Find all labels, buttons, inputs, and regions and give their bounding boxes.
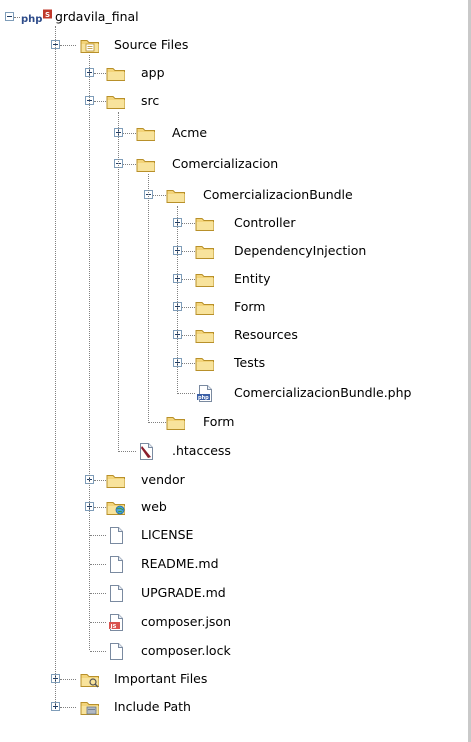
folder-open-icon <box>136 156 156 173</box>
tree-node-label: README.md <box>141 556 219 571</box>
tree-node-source-files[interactable]: Source Files <box>0 32 460 60</box>
tree-node-entity[interactable]: Entity <box>0 266 460 294</box>
tree-node-label: Form <box>234 299 266 314</box>
tree-node-controller[interactable]: Controller <box>0 210 460 238</box>
tree-node-label: app <box>141 65 165 80</box>
tree-node-tests[interactable]: Tests <box>0 350 460 378</box>
tree-node-label: grdavila_final <box>55 9 139 24</box>
tree-node-composer-lock[interactable]: composer.lock <box>0 638 460 666</box>
tree-node-label: DependencyInjection <box>234 243 367 258</box>
folder-icon <box>106 65 126 82</box>
tree-node-src[interactable]: src <box>0 88 460 116</box>
tree-node-comercializacion-bundle[interactable]: ComercializacionBundle <box>0 182 460 210</box>
svg-text:S: S <box>45 11 50 19</box>
tree-node-label: web <box>141 499 167 514</box>
tree-node-label: Include Path <box>114 699 191 714</box>
tree-node-acme[interactable]: Acme <box>0 120 460 148</box>
important-files-folder-icon <box>80 671 100 688</box>
tree-node-dependency-injection[interactable]: DependencyInjection <box>0 238 460 266</box>
tree-node-label: Acme <box>172 125 208 140</box>
tree-node-root[interactable]: php S grdavila_final <box>0 4 460 32</box>
file-icon <box>106 643 126 660</box>
tree-node-readme[interactable]: README.md <box>0 551 460 579</box>
tree-node-label: Form <box>203 414 235 429</box>
tree-node-app[interactable]: app <box>0 60 460 88</box>
folder-open-icon <box>106 93 126 110</box>
svg-text:JS: JS <box>110 624 117 630</box>
htaccess-file-icon <box>136 443 156 460</box>
tree-node-label: Source Files <box>114 37 189 52</box>
folder-icon <box>106 472 126 489</box>
tree-node-label: Entity <box>234 271 271 286</box>
tree-node-form-inner[interactable]: Form <box>0 294 460 322</box>
folder-open-icon <box>166 187 186 204</box>
tree-node-upgrade[interactable]: UPGRADE.md <box>0 580 460 608</box>
tree-node-label: UPGRADE.md <box>141 585 226 600</box>
tree-node-label: ComercializacionBundle <box>203 187 353 202</box>
tree-node-label: src <box>141 93 160 108</box>
folder-icon <box>166 414 186 431</box>
folder-icon <box>195 243 215 260</box>
collapse-toggle[interactable] <box>5 12 14 21</box>
php-file-icon: php <box>195 385 215 402</box>
tree-node-label: Comercializacion <box>172 156 279 171</box>
folder-icon <box>195 271 215 288</box>
folder-icon <box>136 125 156 142</box>
tree-node-resources[interactable]: Resources <box>0 322 460 350</box>
file-icon <box>106 556 126 573</box>
tree-node-include-path[interactable]: Include Path <box>0 694 460 722</box>
source-folder-icon <box>80 37 100 54</box>
php-project-icon: php S <box>20 9 54 26</box>
tree-node-web[interactable]: web <box>0 494 460 522</box>
svg-text:php: php <box>198 395 209 401</box>
tree-node-important-files[interactable]: Important Files <box>0 666 460 694</box>
tree-node-label: composer.json <box>141 614 232 629</box>
tree-node-label: vendor <box>141 472 185 487</box>
tree-node-vendor[interactable]: vendor <box>0 467 460 495</box>
tree-node-htaccess[interactable]: .htaccess <box>0 438 460 466</box>
tree-node-comercializacion[interactable]: Comercializacion <box>0 151 460 179</box>
tree-node-license[interactable]: LICENSE <box>0 522 460 550</box>
tree-node-label: ComercializacionBundle.php <box>234 385 412 400</box>
folder-icon <box>195 215 215 232</box>
tree-node-label: .htaccess <box>172 443 231 458</box>
tree-node-label: composer.lock <box>141 643 231 658</box>
tree-node-bundle-php[interactable]: php ComercializacionBundle.php <box>0 380 460 408</box>
folder-icon <box>195 327 215 344</box>
file-icon <box>106 527 126 544</box>
tree-node-label: Tests <box>234 355 266 370</box>
include-path-folder-icon <box>80 699 100 716</box>
web-folder-icon <box>106 499 126 516</box>
json-file-icon: JS <box>106 614 126 631</box>
folder-icon <box>195 299 215 316</box>
tree-node-composer-json[interactable]: JS composer.json <box>0 609 460 637</box>
file-icon <box>106 585 126 602</box>
tree-node-label: Controller <box>234 215 296 230</box>
project-tree: php S grdavila_final Source Files app sr… <box>0 0 471 742</box>
svg-text:php: php <box>21 14 42 25</box>
tree-node-label: Important Files <box>114 671 208 686</box>
tree-node-label: LICENSE <box>141 527 194 542</box>
tree-node-label: Resources <box>234 327 298 342</box>
tree-node-form-outer[interactable]: Form <box>0 409 460 437</box>
folder-icon <box>195 355 215 372</box>
